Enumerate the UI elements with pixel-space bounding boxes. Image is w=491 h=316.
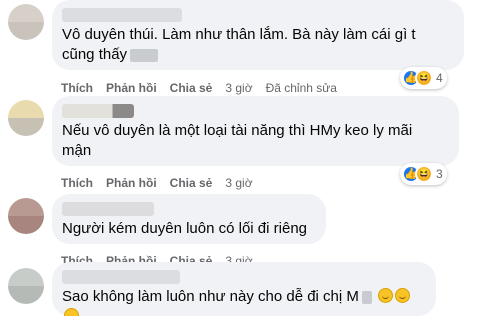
share-button[interactable]: Chia sẻ	[170, 81, 213, 95]
reaction-count: 3	[436, 167, 443, 181]
comment-text: Vô duyên thúi. Làm như thân lắm. Bà này …	[62, 26, 416, 63]
comment-time[interactable]: 3 giờ	[225, 176, 252, 190]
avatar[interactable]	[8, 4, 44, 40]
author-name-redacted[interactable]	[62, 202, 154, 216]
comment-bubble: Người kém duyên luôn có lối đi riêng	[52, 194, 326, 244]
like-button[interactable]: Thích	[61, 176, 93, 190]
author-name-redacted[interactable]	[62, 104, 134, 118]
haha-icon: 😆	[415, 165, 433, 183]
redacted-text	[130, 48, 159, 62]
avatar[interactable]	[8, 198, 44, 234]
smile-emoji-icon	[378, 288, 394, 303]
redacted-text	[361, 290, 372, 304]
avatar[interactable]	[8, 268, 44, 304]
reply-button[interactable]: Phản hồi	[106, 81, 157, 95]
share-button[interactable]: Chia sẻ	[170, 176, 213, 190]
comment-text: Nếu vô duyên là một loại tài năng thì HM…	[62, 122, 413, 159]
avatar[interactable]	[8, 100, 44, 136]
comment-actions: Thích Phản hồi Chia sẻ 3 giờ	[61, 176, 253, 190]
comment-bubble: Nếu vô duyên là một loại tài năng thì HM…	[52, 96, 459, 166]
comment-time[interactable]: 3 giờ	[225, 81, 252, 95]
comment-text: Người kém duyên luôn có lối đi riêng	[62, 220, 308, 237]
reaction-summary[interactable]: 👍 😆 3	[400, 163, 447, 185]
reply-button[interactable]: Phản hồi	[106, 176, 157, 190]
smile-emoji-icon	[64, 308, 79, 316]
smile-emoji-icon	[395, 288, 411, 303]
like-button[interactable]: Thích	[61, 81, 93, 95]
comment-bubble: Vô duyên thúi. Làm như thân lắm. Bà này …	[52, 0, 464, 70]
author-name-redacted[interactable]	[62, 8, 182, 22]
comment-bubble: Sao không làm luôn như này cho dễ đi chị…	[52, 262, 436, 316]
author-name-redacted[interactable]	[62, 270, 180, 284]
comment-text: Sao không làm luôn như này cho dễ đi chị…	[62, 287, 424, 316]
comment-actions: Thích Phản hồi Chia sẻ 3 giờ Đã chỉnh sử…	[61, 81, 337, 95]
reaction-count: 4	[436, 71, 443, 85]
haha-icon: 😆	[415, 69, 433, 87]
reaction-summary[interactable]: 👍 😆 4	[400, 67, 447, 89]
edited-label: Đã chỉnh sửa	[265, 81, 337, 95]
